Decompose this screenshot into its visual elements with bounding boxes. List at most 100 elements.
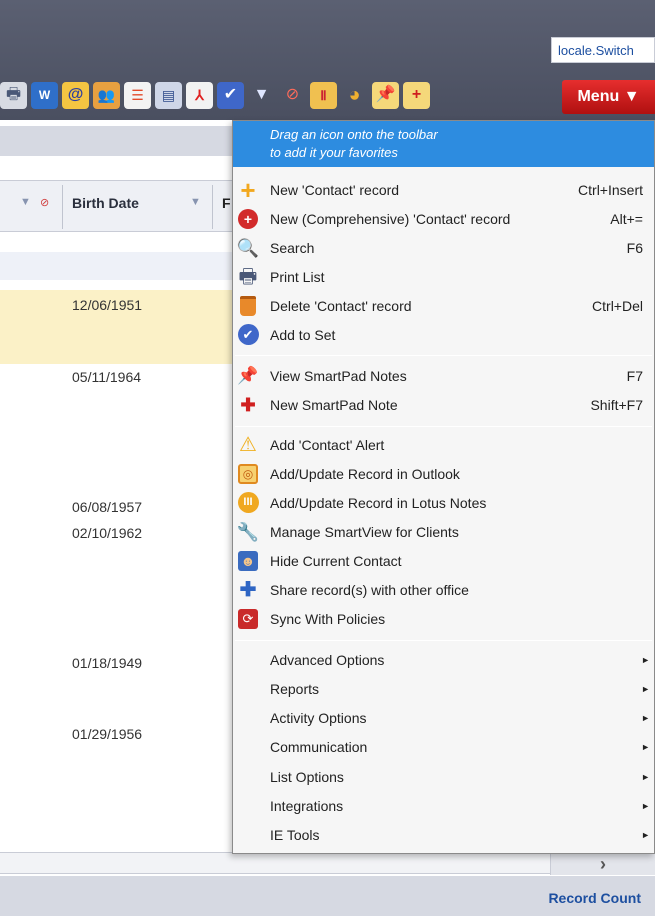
word-doc-icon[interactable]: W	[31, 81, 58, 109]
submenu-arrow-icon: ►	[641, 771, 650, 782]
new-smartpad-note-icon[interactable]: +	[403, 81, 430, 109]
menu-item-sync-with-policies[interactable]: ⟳ Sync With Policies	[233, 605, 654, 632]
menu-item-update-lotus-notes[interactable]: III Add/Update Record in Lotus Notes	[233, 489, 654, 516]
submenu-arrow-icon: ►	[641, 712, 650, 723]
menu-item-label: Sync With Policies	[270, 610, 386, 627]
filter-icon[interactable]: ▼	[20, 196, 31, 208]
menu-item-list-options[interactable]: List Options ►	[233, 763, 654, 790]
menu-separator	[235, 355, 652, 356]
scroll-right-button[interactable]: ›	[550, 853, 655, 875]
record-count-label: Record Count	[548, 890, 641, 906]
new-smartpad-note-icon: ✚	[240, 394, 256, 415]
menu-separator	[235, 426, 652, 427]
outlook-icon: ◎	[236, 462, 260, 486]
report-icon[interactable]: Ⅱ	[310, 81, 337, 109]
pdf-icon[interactable]: ⅄	[186, 81, 213, 109]
share-icon: ✚	[239, 578, 257, 601]
menu-item-label: Add 'Contact' Alert	[270, 436, 385, 453]
menu-item-advanced-options[interactable]: Advanced Options ►	[233, 646, 654, 673]
menu-item-update-outlook[interactable]: ◎ Add/Update Record in Outlook	[233, 460, 654, 487]
horizontal-scrollbar[interactable]: ›	[0, 852, 655, 875]
menu-item-print-list[interactable]: 🖶 Print List	[233, 263, 654, 290]
menu-item-label: Share record(s) with other office	[270, 581, 469, 598]
menu-item-shortcut: Shift+F7	[590, 396, 643, 413]
menu-item-shortcut: Alt+=	[610, 210, 643, 227]
menu-item-hide-current-contact[interactable]: ☻ Hide Current Contact	[233, 547, 654, 574]
menu-item-label: IE Tools	[270, 826, 320, 843]
table-cell-birth-date: 02/10/1962	[72, 525, 143, 541]
menu-item-shortcut: Ctrl+Del	[592, 297, 643, 314]
smartpad-note-icon[interactable]: 📌	[372, 81, 399, 109]
filter-icon[interactable]: ▼	[190, 196, 201, 208]
menu-item-activity-options[interactable]: Activity Options ►	[233, 704, 654, 731]
menu-item-manage-smartview[interactable]: 🔧 Manage SmartView for Clients	[233, 518, 654, 545]
menu-item-integrations[interactable]: Integrations ►	[233, 792, 654, 819]
menu-item-view-smartpad-notes[interactable]: 📌 View SmartPad Notes F7	[233, 362, 654, 389]
dropdown-menu: Drag an icon onto the toolbar to add it …	[232, 120, 655, 854]
email-icon[interactable]: @	[62, 81, 89, 109]
menu-item-new-contact[interactable]: + New 'Contact' record Ctrl+Insert	[233, 176, 654, 203]
menu-button[interactable]: Menu ▼	[562, 80, 655, 114]
print-icon[interactable]: 🖶	[0, 81, 27, 109]
submenu-arrow-icon: ►	[641, 654, 650, 665]
menu-item-label: Add to Set	[270, 326, 336, 343]
menu-item-label: Search	[270, 239, 315, 256]
menu-item-label: View SmartPad Notes	[270, 367, 407, 384]
contacts-icon[interactable]: 👥	[93, 81, 120, 109]
app-header: locale.Switch 🖶 W @ 👥 ☰ ▤ ⅄ ✔ ▼ ⊘ Ⅱ ◕ 📌 …	[0, 0, 655, 120]
submenu-arrow-icon: ►	[641, 683, 650, 694]
menu-tip: Drag an icon onto the toolbar to add it …	[233, 121, 654, 167]
menu-item-shortcut: F7	[626, 367, 643, 384]
hide-contact-icon: ☻	[236, 549, 260, 573]
menu-item-shortcut: Ctrl+Insert	[578, 181, 643, 198]
table-cell-birth-date: 01/29/1956	[72, 726, 143, 742]
column-header-next[interactable]: F	[222, 195, 231, 211]
menu-item-label: Print List	[270, 268, 325, 285]
lotus-notes-icon: III	[236, 491, 260, 515]
menu-item-label: Manage SmartView for Clients	[270, 523, 459, 540]
menu-item-share-records[interactable]: ✚ Share record(s) with other office	[233, 576, 654, 603]
smartpad-note-icon: 📌	[237, 366, 259, 385]
menu-item-label: Reports	[270, 680, 320, 697]
menu-item-label: Communication	[270, 738, 368, 755]
menu-item-label: List Options	[270, 768, 344, 785]
menu-item-label: Advanced Options	[270, 651, 385, 668]
sync-icon: ⟳	[236, 607, 260, 631]
menu-item-label: Integrations	[270, 797, 344, 814]
checklist-icon[interactable]: ☰	[124, 81, 151, 109]
add-to-set-icon[interactable]: ✔	[217, 81, 244, 109]
menu-item-label: New SmartPad Note	[270, 396, 398, 413]
search-icon: 🔍	[236, 237, 260, 258]
alert-icon: ⚠	[239, 433, 257, 456]
menu-tip-line: to add it your favorites	[270, 145, 398, 160]
pie-chart-icon[interactable]: ◕	[341, 82, 368, 109]
grid-footer: Record Count	[0, 876, 655, 916]
column-separator	[212, 185, 213, 229]
menu-item-search[interactable]: 🔍 Search F6	[233, 234, 654, 261]
menu-item-label: Add/Update Record in Outlook	[270, 465, 460, 482]
submenu-arrow-icon: ►	[641, 829, 650, 840]
list-icon[interactable]: ▤	[155, 81, 182, 109]
menu-item-label: Hide Current Contact	[270, 552, 402, 569]
menu-item-ie-tools[interactable]: IE Tools ►	[233, 821, 654, 848]
menu-item-add-to-set[interactable]: ✔ Add to Set	[233, 321, 654, 348]
menu-item-reports[interactable]: Reports ►	[233, 675, 654, 702]
locale-switch-link[interactable]: locale.Switch	[551, 37, 655, 63]
trash-icon	[236, 294, 260, 318]
column-header-birth-date[interactable]: Birth Date	[72, 195, 139, 211]
print-icon: 🖶	[238, 265, 258, 288]
menu-item-new-smartpad-note[interactable]: ✚ New SmartPad Note Shift+F7	[233, 391, 654, 418]
filter-icon[interactable]: ▼	[248, 82, 275, 109]
table-cell-birth-date: 06/08/1957	[72, 499, 143, 515]
menu-item-delete-contact[interactable]: Delete 'Contact' record Ctrl+Del	[233, 292, 654, 319]
menu-item-communication[interactable]: Communication ►	[233, 733, 654, 760]
submenu-arrow-icon: ►	[641, 800, 650, 811]
clear-filter-icon[interactable]: ⊘	[40, 196, 49, 209]
submenu-arrow-icon: ►	[641, 741, 650, 752]
add-to-set-icon: ✔	[236, 323, 260, 347]
clear-filter-icon[interactable]: ⊘	[279, 82, 306, 109]
menu-item-add-contact-alert[interactable]: ⚠ Add 'Contact' Alert	[233, 431, 654, 458]
menu-item-new-comprehensive-contact[interactable]: + New (Comprehensive) 'Contact' record A…	[233, 205, 654, 232]
table-cell-birth-date: 05/11/1964	[72, 369, 142, 385]
menu-item-label: Add/Update Record in Lotus Notes	[270, 494, 487, 511]
